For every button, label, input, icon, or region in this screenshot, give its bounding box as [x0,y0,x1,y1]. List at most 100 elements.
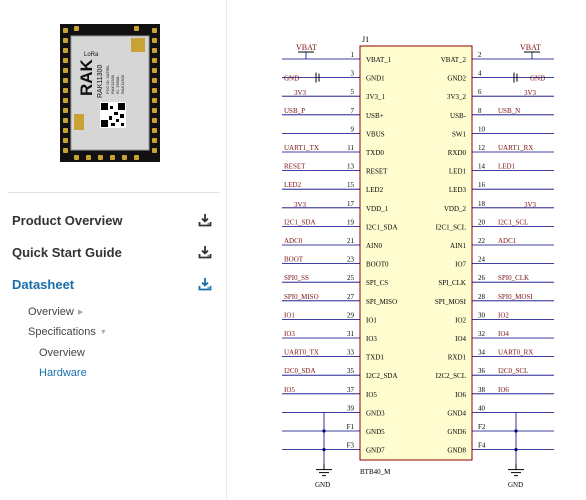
nav-datasheet[interactable]: Datasheet [12,272,212,296]
pin-number: 23 [347,256,355,264]
net-label: IO3 [284,330,295,338]
pin-name: GND6 [447,428,466,436]
pin-number: 2 [478,51,482,59]
net-label: 3V3 [524,89,537,97]
pin-number: 10 [478,125,486,133]
net-label: ADC1 [498,237,517,245]
module-brand: RAK [77,58,96,96]
module-tag: LoRa [84,52,99,58]
pin-name: IO1 [366,316,377,324]
module-extra-3: RAK11300 [120,74,125,94]
net-label: I2C0_SDA [284,367,316,375]
pin-name: LED2 [366,186,384,194]
nav-quick-start-guide[interactable]: Quick Start Guide [12,240,212,264]
pin-number: 9 [351,125,355,133]
schematic-diagram: J1 BTB40_M VBAT VBAT GND GND 1 VBAT_1 2 VBA… [282,35,554,489]
pin-name: VDD_2 [444,205,467,213]
subnav-spec-overview[interactable]: Overview [39,347,85,359]
pin-name: SPI_MOSI [435,298,467,306]
pin-name: I2C2_SDA [366,372,398,380]
net-label: LED1 [498,163,516,171]
junction-dot [514,448,518,452]
pin-number: F1 [347,423,355,431]
pin-name: IO3 [366,335,377,343]
pin-name: GND8 [447,447,466,455]
pin-number: 20 [478,218,486,226]
pin-name: LED1 [449,168,467,176]
module-model: RAK11300 [97,65,104,98]
pin-number: 25 [347,274,355,282]
pin-number: 18 [478,200,486,208]
subnav-label: Hardware [39,367,87,379]
pin-number: 31 [347,330,355,338]
pin-number: 16 [478,181,486,189]
subnav-specifications[interactable]: Specifications ▼ [28,326,107,338]
net-label: IO4 [498,330,509,338]
pin-number: 34 [478,349,486,357]
pin-number: 29 [347,311,355,319]
net-label: LED2 [284,181,302,189]
pin-number: 12 [478,144,486,152]
subnav-hardware[interactable]: Hardware [39,367,87,379]
net-label: SPI0_CLK [498,274,529,282]
pin-name: 3V3_2 [447,93,467,101]
net-label: I2C1_SDA [284,218,316,226]
pin-number: 17 [347,200,355,208]
pin-number: F3 [347,442,355,450]
pin-name: USB- [450,112,467,120]
pin-number: 40 [478,404,486,412]
pin-number: 1 [351,51,355,59]
pin-number: F4 [478,442,486,450]
divider [8,192,220,193]
net-label: 3V3 [294,201,307,209]
net-label: UART0_RX [498,349,533,357]
net-label: IO1 [284,311,295,319]
download-icon[interactable] [198,213,212,227]
download-icon[interactable] [198,245,212,259]
junction-dot [322,448,326,452]
net-label: UART1_TX [284,144,319,152]
download-icon[interactable] [198,277,212,291]
subnav-label: Overview [28,306,74,318]
net-label: 3V3 [524,201,537,209]
pin-number: 38 [478,386,486,394]
pin-number: 3 [351,70,355,78]
junction-dot [322,429,326,433]
pin-name: GND2 [447,75,466,83]
pin-number: 32 [478,330,486,338]
pin-name: GND4 [447,409,466,417]
nav-product-overview[interactable]: Product Overview [12,208,212,232]
net-label: IO6 [498,386,509,394]
gnd-left-label: GND [315,481,330,489]
net-label: GND [284,75,299,83]
pin-name: VDD_1 [366,205,389,213]
pin-number: 27 [347,293,355,301]
net-label: 3V3 [294,89,307,97]
component-ref: J1 [362,35,369,44]
pin-name: SPI_MISO [366,298,397,306]
pin-name: SW1 [452,130,467,138]
vbat-left-label: VBAT [296,43,317,52]
subnav-overview[interactable]: Overview ▶ [28,306,83,318]
pin-number: 13 [347,163,355,171]
net-label: RESET [284,163,306,171]
pin-name: SPI_CS [366,279,388,287]
pin-name: RXD1 [448,354,467,362]
pin-number: 35 [347,367,355,375]
pin-number: 21 [347,237,355,245]
pin-name: GND5 [366,428,385,436]
product-image: RAK RAK11300 FCC ID: 2AF6B- RAK11300 IC:… [60,24,160,162]
pin-name: SPI_CLK [438,279,466,287]
pin-name: I2C1_SDA [366,223,398,231]
pin-name: RXD0 [448,149,467,157]
pin-name: I2C2_SCL [436,372,466,380]
gnd-right-label: GND [508,481,523,489]
junction-dot [514,429,518,433]
pin-number: F2 [478,423,486,431]
pin-number: 30 [478,311,486,319]
caret-right-icon: ▶ [77,309,84,316]
nav-label: Quick Start Guide [12,244,122,260]
pin-number: 14 [478,163,486,171]
net-label: USB_P [284,107,305,115]
net-label: I2C0_SCL [498,367,528,375]
